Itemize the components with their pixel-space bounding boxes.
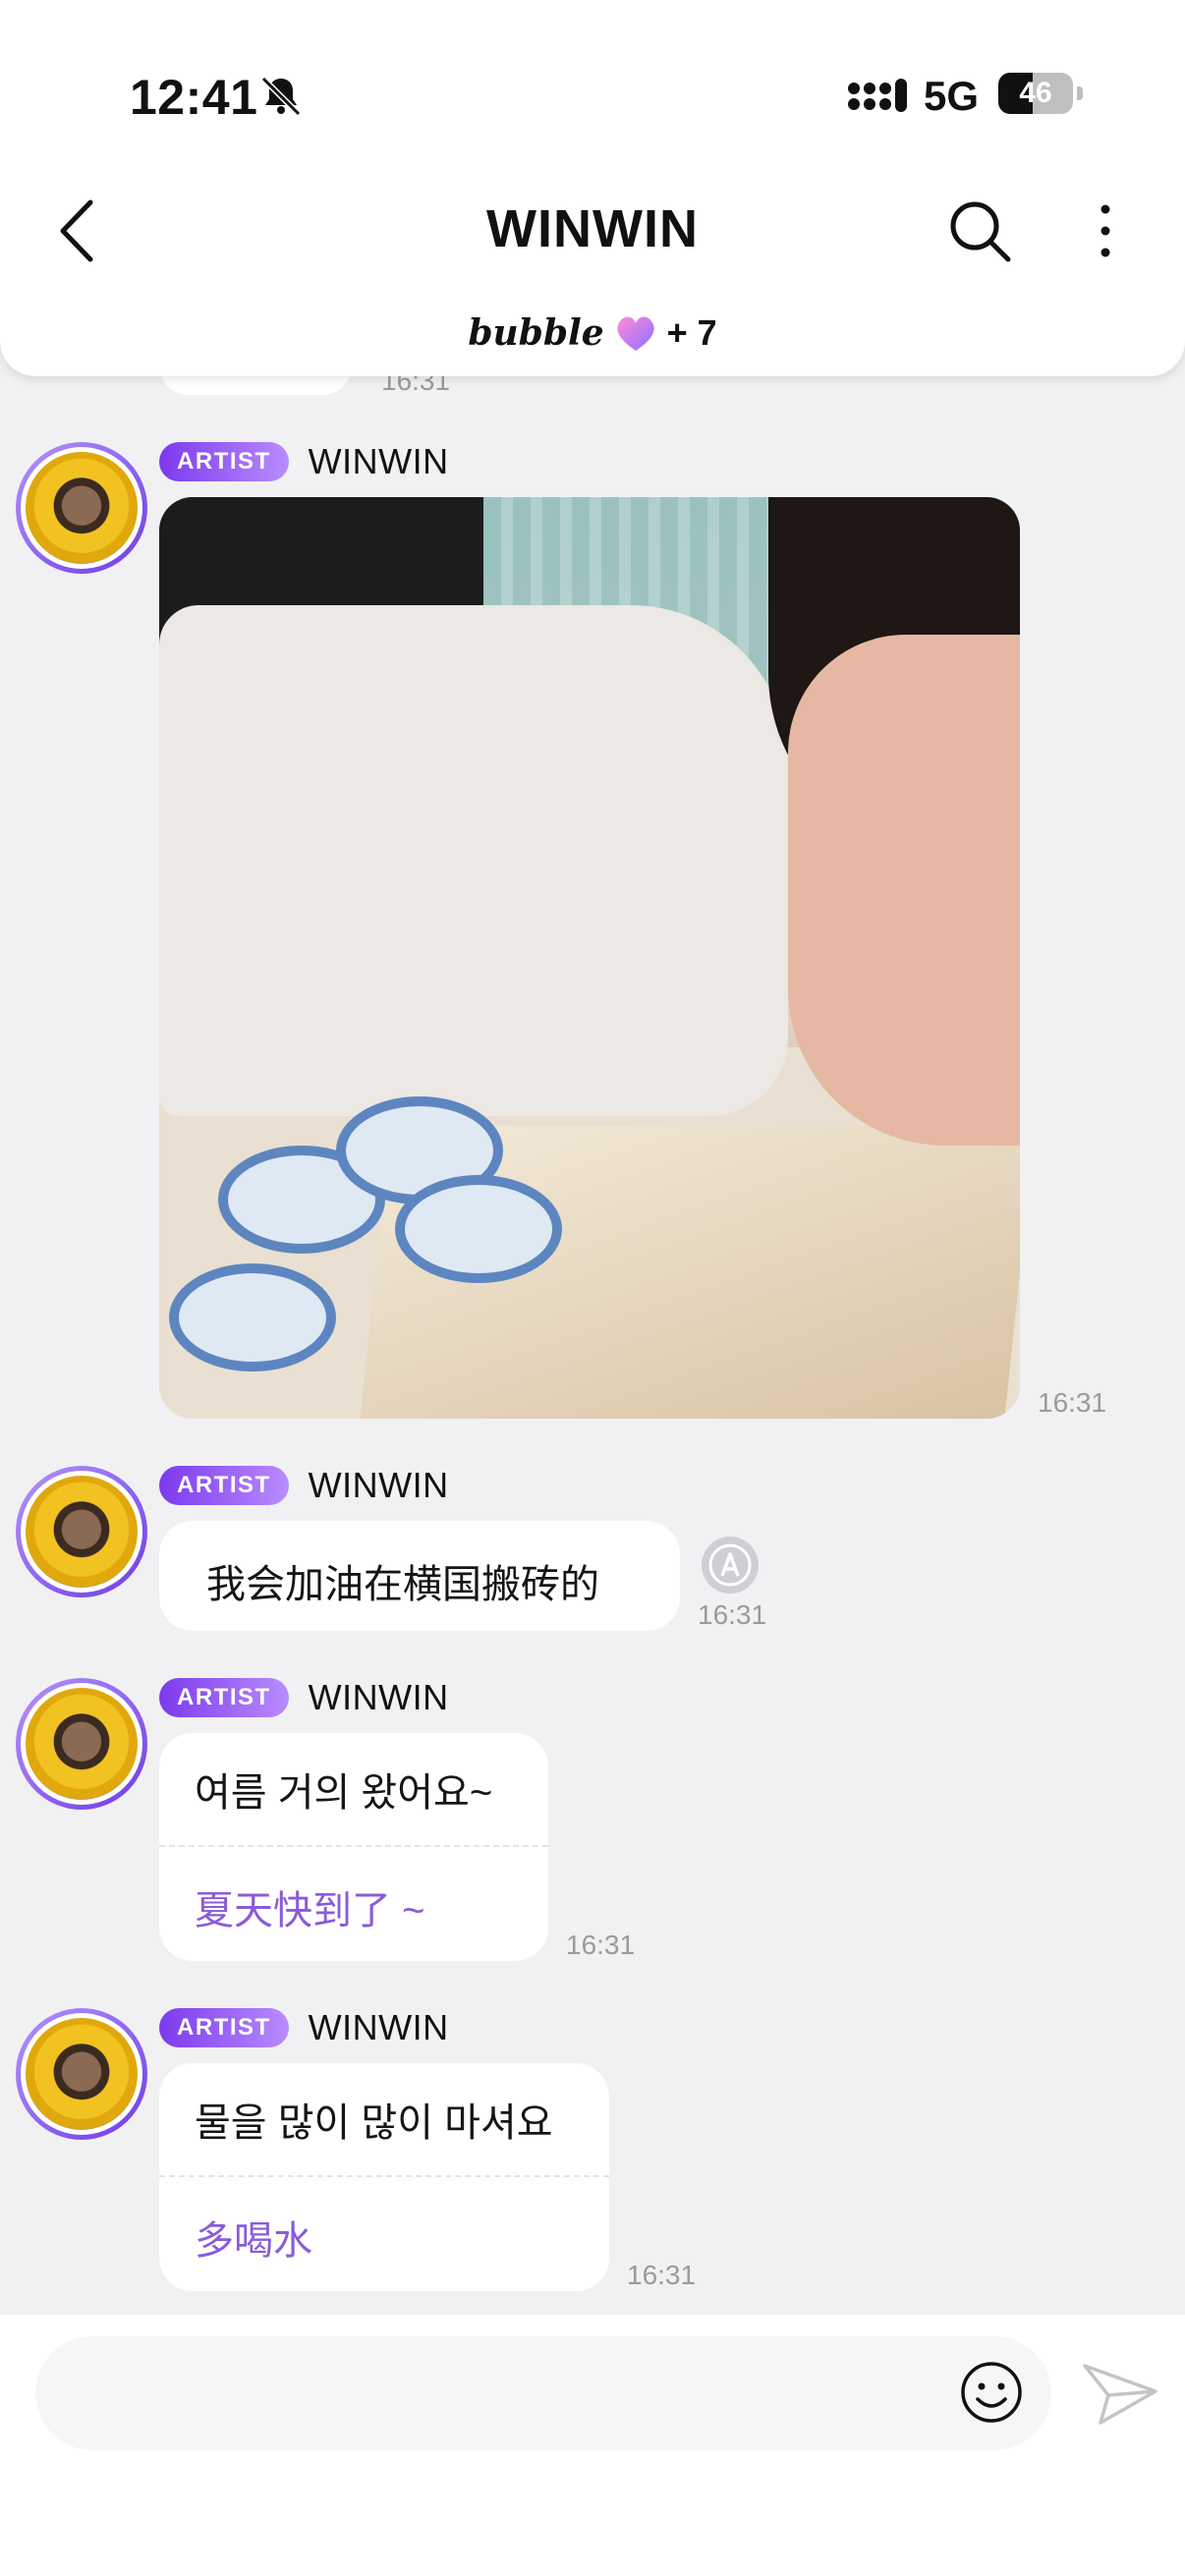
message-input[interactable] [35, 2336, 1051, 2450]
message-sender: ARTIST WINWIN [159, 1465, 449, 1505]
bubble-label: bubble [468, 312, 604, 354]
battery-percent: 46 [1019, 77, 1052, 109]
translation-divider [159, 2175, 609, 2177]
muted-bell-icon [260, 76, 302, 117]
message-bubble[interactable]: 물을 많이 많이 마셔요 多喝水 [159, 2063, 609, 2291]
artist-badge: ARTIST [159, 1678, 289, 1717]
signal-icon [848, 79, 907, 112]
message-text: 여름 거의 왔어요~ [195, 1771, 493, 1815]
message-time: 16:31 [1038, 1387, 1107, 1418]
sender-name: WINWIN [308, 1677, 449, 1717]
battery-tip [1077, 86, 1083, 100]
message-time: 16:31 [566, 1930, 636, 1960]
message-text: 我会加油在横国搬砖的 [206, 1563, 599, 1606]
sender-name: WINWIN [308, 1465, 449, 1505]
message-bubble[interactable]: 여름 거의 왔어요~ 夏天快到了 ~ [159, 1733, 548, 1961]
message-text: 물을 많이 많이 마셔요 [195, 2101, 553, 2145]
network-type: 5G [924, 73, 980, 119]
more-options-icon[interactable] [1091, 201, 1120, 260]
status-time: 12:41 [130, 70, 258, 125]
translation-text: 多喝水 [195, 2219, 312, 2263]
translation-text: 夏天快到了 ~ [195, 1889, 425, 1932]
message-time: 16:31 [627, 2260, 697, 2290]
heart-icon [617, 316, 654, 351]
message-input-bar [0, 2315, 1185, 2576]
avatar[interactable] [16, 1466, 147, 1597]
sender-name: WINWIN [308, 2007, 449, 2047]
battery-icon: 46 [998, 73, 1073, 114]
emoji-icon[interactable] [959, 2360, 1024, 2425]
message-bubble[interactable]: 我会加油在横国搬砖的 [159, 1521, 680, 1631]
sender-name: WINWIN [308, 441, 449, 481]
message-sender: ARTIST WINWIN [159, 441, 449, 481]
photo-message[interactable] [159, 497, 1020, 1419]
artist-badge: ARTIST [159, 2008, 289, 2047]
message-sender: ARTIST WINWIN [159, 1677, 449, 1717]
search-icon[interactable] [945, 196, 1014, 265]
message-sender: ARTIST WINWIN [159, 2007, 449, 2047]
send-icon[interactable] [1081, 2358, 1159, 2429]
artist-badge: ARTIST [159, 1466, 289, 1505]
avatar[interactable] [16, 1678, 147, 1810]
bubble-counter[interactable]: bubble + 7 [0, 312, 1185, 354]
top-header: 12:41 5G 46 WINWIN bubble + 7 [0, 0, 1185, 376]
artist-badge: ARTIST [159, 442, 289, 481]
avatar[interactable] [16, 2008, 147, 2140]
avatar[interactable] [16, 442, 147, 574]
translation-divider [159, 1845, 548, 1847]
message-time: 16:31 [698, 1599, 767, 1630]
translate-icon[interactable] [700, 1535, 761, 1596]
bubble-count: + 7 [666, 312, 717, 353]
